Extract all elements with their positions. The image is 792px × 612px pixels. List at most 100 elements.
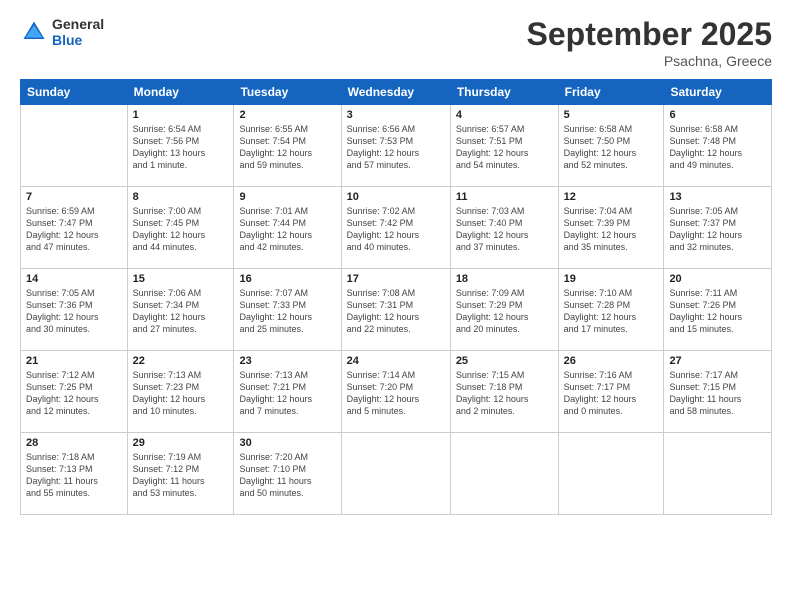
calendar-cell <box>558 433 664 515</box>
weekday-header-row: SundayMondayTuesdayWednesdayThursdayFrid… <box>21 80 772 105</box>
calendar-table: SundayMondayTuesdayWednesdayThursdayFrid… <box>20 79 772 515</box>
day-number: 13 <box>669 191 766 203</box>
day-number: 2 <box>239 109 335 121</box>
weekday-header-wednesday: Wednesday <box>341 80 450 105</box>
day-number: 26 <box>564 355 659 367</box>
day-number: 22 <box>133 355 229 367</box>
weekday-header-thursday: Thursday <box>450 80 558 105</box>
calendar-cell: 15 Sunrise: 7:06 AM Sunset: 7:34 PM Dayli… <box>127 269 234 351</box>
day-number: 3 <box>347 109 445 121</box>
location: Psachna, Greece <box>527 53 772 69</box>
cell-info: Sunrise: 7:04 AM Sunset: 7:39 PM Dayligh… <box>564 205 659 254</box>
title-block: September 2025 Psachna, Greece <box>527 16 772 69</box>
calendar-cell: 13 Sunrise: 7:05 AM Sunset: 7:37 PM Dayli… <box>664 187 772 269</box>
calendar-cell: 1 Sunrise: 6:54 AM Sunset: 7:56 PM Daylig… <box>127 105 234 187</box>
day-number: 1 <box>133 109 229 121</box>
week-row-1: 7 Sunrise: 6:59 AM Sunset: 7:47 PM Daylig… <box>21 187 772 269</box>
cell-info: Sunrise: 7:00 AM Sunset: 7:45 PM Dayligh… <box>133 205 229 254</box>
logo-text: General Blue <box>52 16 104 48</box>
cell-info: Sunrise: 7:18 AM Sunset: 7:13 PM Dayligh… <box>26 451 122 500</box>
cell-info: Sunrise: 7:06 AM Sunset: 7:34 PM Dayligh… <box>133 287 229 336</box>
calendar-cell: 23 Sunrise: 7:13 AM Sunset: 7:21 PM Dayli… <box>234 351 341 433</box>
day-number: 6 <box>669 109 766 121</box>
week-row-3: 21 Sunrise: 7:12 AM Sunset: 7:25 PM Dayli… <box>21 351 772 433</box>
calendar-cell: 25Sunrise: 7:15 AM Sunset: 7:18 PM Dayli… <box>450 351 558 433</box>
calendar-cell: 6 Sunrise: 6:58 AM Sunset: 7:48 PM Daylig… <box>664 105 772 187</box>
cell-info: Sunrise: 7:13 AM Sunset: 7:21 PM Dayligh… <box>239 369 335 418</box>
cell-info: Sunrise: 7:17 AM Sunset: 7:15 PM Dayligh… <box>669 369 766 418</box>
calendar-cell: 17 Sunrise: 7:08 AM Sunset: 7:31 PM Dayli… <box>341 269 450 351</box>
calendar-cell: 30 Sunrise: 7:20 AM Sunset: 7:10 PM Dayli… <box>234 433 341 515</box>
cell-info: Sunrise: 7:10 AM Sunset: 7:28 PM Dayligh… <box>564 287 659 336</box>
calendar-cell: 28 Sunrise: 7:18 AM Sunset: 7:13 PM Dayli… <box>21 433 128 515</box>
cell-info: Sunrise: 7:09 AM Sunset: 7:29 PM Dayligh… <box>456 287 553 336</box>
cell-info: Sunrise: 6:57 AM Sunset: 7:51 PM Dayligh… <box>456 123 553 172</box>
cell-info: Sunrise: 6:54 AM Sunset: 7:56 PM Dayligh… <box>133 123 229 172</box>
day-number: 11 <box>456 191 553 203</box>
week-row-0: 1 Sunrise: 6:54 AM Sunset: 7:56 PM Daylig… <box>21 105 772 187</box>
header: General Blue September 2025 Psachna, Gre… <box>20 16 772 69</box>
day-number: 18 <box>456 273 553 285</box>
calendar-cell <box>450 433 558 515</box>
calendar-cell: 22Sunrise: 7:13 AM Sunset: 7:23 PM Dayli… <box>127 351 234 433</box>
day-number: 21 <box>26 355 122 367</box>
cell-info: Sunrise: 7:12 AM Sunset: 7:25 PM Dayligh… <box>26 369 122 418</box>
calendar-cell <box>21 105 128 187</box>
logo: General Blue <box>20 16 104 48</box>
cell-info: Sunrise: 7:02 AM Sunset: 7:42 PM Dayligh… <box>347 205 445 254</box>
weekday-header-tuesday: Tuesday <box>234 80 341 105</box>
cell-info: Sunrise: 6:59 AM Sunset: 7:47 PM Dayligh… <box>26 205 122 254</box>
calendar-cell: 14Sunrise: 7:05 AM Sunset: 7:36 PM Dayli… <box>21 269 128 351</box>
cell-info: Sunrise: 7:03 AM Sunset: 7:40 PM Dayligh… <box>456 205 553 254</box>
day-number: 16 <box>239 273 335 285</box>
calendar-cell: 2Sunrise: 6:55 AM Sunset: 7:54 PM Daylig… <box>234 105 341 187</box>
day-number: 20 <box>669 273 766 285</box>
calendar-cell: 7 Sunrise: 6:59 AM Sunset: 7:47 PM Daylig… <box>21 187 128 269</box>
weekday-header-sunday: Sunday <box>21 80 128 105</box>
day-number: 7 <box>26 191 122 203</box>
day-number: 4 <box>456 109 553 121</box>
weekday-header-saturday: Saturday <box>664 80 772 105</box>
logo-icon <box>20 18 48 46</box>
cell-info: Sunrise: 7:08 AM Sunset: 7:31 PM Dayligh… <box>347 287 445 336</box>
day-number: 10 <box>347 191 445 203</box>
calendar-cell: 11 Sunrise: 7:03 AM Sunset: 7:40 PM Dayli… <box>450 187 558 269</box>
week-row-2: 14Sunrise: 7:05 AM Sunset: 7:36 PM Dayli… <box>21 269 772 351</box>
calendar-cell: 24Sunrise: 7:14 AM Sunset: 7:20 PM Dayli… <box>341 351 450 433</box>
calendar-cell: 10 Sunrise: 7:02 AM Sunset: 7:42 PM Dayli… <box>341 187 450 269</box>
day-number: 25 <box>456 355 553 367</box>
calendar-cell: 9 Sunrise: 7:01 AM Sunset: 7:44 PM Daylig… <box>234 187 341 269</box>
day-number: 15 <box>133 273 229 285</box>
calendar-cell <box>341 433 450 515</box>
cell-info: Sunrise: 7:14 AM Sunset: 7:20 PM Dayligh… <box>347 369 445 418</box>
day-number: 28 <box>26 437 122 449</box>
cell-info: Sunrise: 7:11 AM Sunset: 7:26 PM Dayligh… <box>669 287 766 336</box>
page: General Blue September 2025 Psachna, Gre… <box>0 0 792 612</box>
calendar-cell: 3Sunrise: 6:56 AM Sunset: 7:53 PM Daylig… <box>341 105 450 187</box>
day-number: 19 <box>564 273 659 285</box>
day-number: 14 <box>26 273 122 285</box>
calendar-cell: 20 Sunrise: 7:11 AM Sunset: 7:26 PM Dayli… <box>664 269 772 351</box>
calendar-cell: 12 Sunrise: 7:04 AM Sunset: 7:39 PM Dayli… <box>558 187 664 269</box>
calendar-cell: 4 Sunrise: 6:57 AM Sunset: 7:51 PM Daylig… <box>450 105 558 187</box>
calendar-cell: 21 Sunrise: 7:12 AM Sunset: 7:25 PM Dayli… <box>21 351 128 433</box>
cell-info: Sunrise: 7:05 AM Sunset: 7:37 PM Dayligh… <box>669 205 766 254</box>
month-title: September 2025 <box>527 16 772 53</box>
day-number: 23 <box>239 355 335 367</box>
day-number: 17 <box>347 273 445 285</box>
cell-info: Sunrise: 7:20 AM Sunset: 7:10 PM Dayligh… <box>239 451 335 500</box>
day-number: 30 <box>239 437 335 449</box>
calendar-cell: 27Sunrise: 7:17 AM Sunset: 7:15 PM Dayli… <box>664 351 772 433</box>
calendar-cell: 18 Sunrise: 7:09 AM Sunset: 7:29 PM Dayli… <box>450 269 558 351</box>
week-row-4: 28 Sunrise: 7:18 AM Sunset: 7:13 PM Dayli… <box>21 433 772 515</box>
day-number: 5 <box>564 109 659 121</box>
day-number: 9 <box>239 191 335 203</box>
calendar-cell <box>664 433 772 515</box>
day-number: 12 <box>564 191 659 203</box>
cell-info: Sunrise: 6:58 AM Sunset: 7:50 PM Dayligh… <box>564 123 659 172</box>
day-number: 29 <box>133 437 229 449</box>
cell-info: Sunrise: 6:58 AM Sunset: 7:48 PM Dayligh… <box>669 123 766 172</box>
cell-info: Sunrise: 7:01 AM Sunset: 7:44 PM Dayligh… <box>239 205 335 254</box>
cell-info: Sunrise: 7:07 AM Sunset: 7:33 PM Dayligh… <box>239 287 335 336</box>
calendar-cell: 16 Sunrise: 7:07 AM Sunset: 7:33 PM Dayli… <box>234 269 341 351</box>
